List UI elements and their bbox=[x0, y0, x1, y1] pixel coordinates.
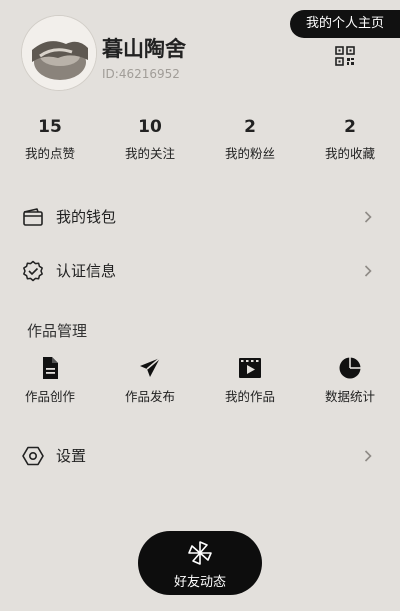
verified-badge-icon bbox=[23, 260, 43, 282]
stat-likes[interactable]: 15 我的点赞 bbox=[0, 116, 100, 168]
pinwheel-icon bbox=[188, 541, 212, 565]
work-item-label: 作品创作 bbox=[24, 389, 75, 404]
settings-hexagon-icon bbox=[22, 446, 44, 466]
stat-value: 10 bbox=[138, 117, 162, 137]
stat-value: 2 bbox=[344, 117, 356, 137]
document-icon bbox=[43, 357, 58, 379]
work-item-label: 我的作品 bbox=[224, 389, 275, 404]
work-item-label: 作品发布 bbox=[124, 389, 175, 404]
video-icon bbox=[239, 358, 261, 378]
friends-feed-button[interactable]: 好友动态 bbox=[138, 531, 262, 595]
menu-item-label: 设置 bbox=[56, 447, 87, 465]
work-item-statistics[interactable]: 数据统计 bbox=[300, 356, 400, 406]
stat-value: 2 bbox=[244, 117, 256, 137]
menu-item-wallet[interactable]: 我的钱包 bbox=[0, 195, 400, 239]
menu-item-certification[interactable]: 认证信息 bbox=[0, 249, 400, 293]
username: 暮山陶舍 bbox=[102, 37, 186, 61]
stat-label: 我的关注 bbox=[124, 146, 175, 161]
pie-chart-icon bbox=[339, 357, 361, 379]
stat-following[interactable]: 10 我的关注 bbox=[100, 116, 200, 168]
work-item-create[interactable]: 作品创作 bbox=[0, 356, 100, 406]
work-item-publish[interactable]: 作品发布 bbox=[100, 356, 200, 406]
my-homepage-button[interactable]: 我的个人主页 bbox=[290, 10, 400, 38]
wallet-icon bbox=[23, 208, 43, 226]
stat-value: 15 bbox=[38, 117, 62, 137]
stat-label: 我的点赞 bbox=[24, 146, 75, 161]
work-item-label: 数据统计 bbox=[324, 389, 375, 404]
avatar-image bbox=[22, 16, 96, 90]
stat-label: 我的收藏 bbox=[324, 146, 375, 161]
section-title-works: 作品管理 bbox=[27, 322, 88, 340]
chevron-right-icon bbox=[364, 211, 372, 223]
menu-item-label: 认证信息 bbox=[56, 262, 117, 280]
menu-item-settings[interactable]: 设置 bbox=[0, 434, 400, 478]
stat-label: 我的粉丝 bbox=[224, 146, 275, 161]
user-id: ID:46216952 bbox=[102, 67, 180, 81]
avatar[interactable] bbox=[22, 16, 96, 90]
chevron-right-icon bbox=[364, 265, 372, 277]
menu-item-label: 我的钱包 bbox=[56, 208, 117, 226]
stat-favorites[interactable]: 2 我的收藏 bbox=[300, 116, 400, 168]
friends-feed-label: 好友动态 bbox=[173, 575, 226, 590]
work-item-my-works[interactable]: 我的作品 bbox=[200, 356, 300, 406]
send-icon bbox=[140, 357, 161, 377]
stat-fans[interactable]: 2 我的粉丝 bbox=[200, 116, 300, 168]
works-grid: 作品创作 作品发布 我的作品 数据统计 bbox=[0, 356, 400, 406]
qr-code-icon[interactable] bbox=[335, 46, 355, 66]
chevron-right-icon bbox=[364, 450, 372, 462]
stats-bar: 15 我的点赞 10 我的关注 2 我的粉丝 2 我的收藏 bbox=[0, 116, 400, 168]
